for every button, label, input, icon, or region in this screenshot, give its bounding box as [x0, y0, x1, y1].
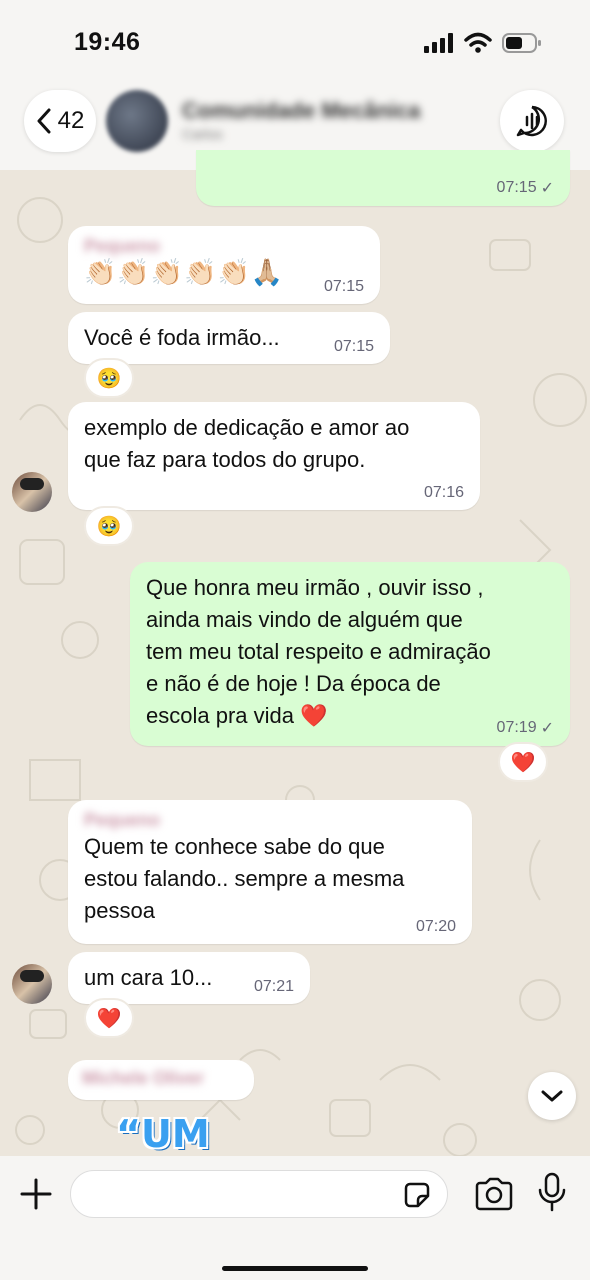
group-avatar[interactable] [106, 90, 168, 152]
sender-avatar[interactable] [12, 964, 52, 1004]
message-bubble-incoming[interactable]: um cara 10... 07:21 [68, 952, 310, 1004]
wifi-icon [464, 32, 492, 53]
scroll-down-button[interactable] [528, 1072, 576, 1120]
sticker-preview[interactable]: “UM [116, 1112, 210, 1156]
chevron-left-icon [37, 108, 51, 134]
back-button[interactable]: 42 [24, 90, 96, 152]
home-indicator [222, 1266, 368, 1271]
sticker-icon[interactable] [402, 1180, 432, 1210]
battery-icon [502, 33, 541, 53]
message-time: 07:15 [333, 338, 374, 355]
status-bar: 19:46 [0, 0, 590, 88]
plus-icon [20, 1178, 52, 1210]
signal-icon [424, 33, 453, 53]
message-bubble-outgoing[interactable]: 07:15 ✓ [196, 150, 570, 206]
message-time: 07:19 ✓ [496, 719, 554, 737]
message-reaction[interactable]: ❤️ [498, 742, 548, 782]
message-time: 07:15 [323, 278, 364, 295]
message-reaction[interactable]: 🥹 [84, 358, 134, 398]
group-name[interactable]: Comunidade Mecânica [182, 98, 420, 124]
message-time: 07:21 [253, 978, 294, 995]
message-text: que faz para todos do grupo. [84, 447, 366, 472]
camera-icon[interactable] [474, 1176, 514, 1212]
message-composer [0, 1156, 590, 1280]
message-bubble-incoming[interactable]: Você é foda irmão... 07:15 [68, 312, 390, 364]
message-time: 07:15 ✓ [496, 179, 554, 197]
message-text: e não é de hoje ! Da época de [146, 671, 441, 696]
message-text: 👏🏻👏🏻👏🏻👏🏻👏🏻🙏🏼 [84, 257, 285, 287]
message-text: escola pra vida ❤️ [146, 703, 328, 728]
message-text: ainda mais vindo de alguém que [146, 607, 463, 632]
message-bubble-incoming[interactable]: Michele Oliver [68, 1060, 254, 1100]
sender-avatar[interactable] [12, 472, 52, 512]
message-text: tem meu total respeito e admiração [146, 639, 491, 664]
chevron-down-icon [541, 1090, 563, 1102]
message-bubble-incoming[interactable]: Pequeno 👏🏻👏🏻👏🏻👏🏻👏🏻🙏🏼 07:15 [68, 226, 380, 304]
audio-call-icon [516, 105, 547, 137]
message-reaction[interactable]: ❤️ [84, 998, 134, 1038]
message-text: Você é foda irmão... [84, 325, 280, 350]
message-text: pessoa [84, 898, 155, 923]
message-bubble-incoming[interactable]: Pequeno Quem te conhece sabe do que esto… [68, 800, 472, 944]
message-time: 07:20 [415, 918, 456, 935]
message-text: estou falando.. sempre a mesma [84, 866, 405, 891]
message-text: Quem te conhece sabe do que [84, 834, 385, 859]
message-text: exemplo de dedicação e amor ao [84, 415, 410, 440]
sender-name: Pequeno [84, 236, 161, 256]
message-reaction[interactable]: 🥹 [84, 506, 134, 546]
message-bubble-outgoing[interactable]: Que honra meu irmão , ouvir isso , ainda… [130, 562, 570, 746]
unread-count: 42 [57, 107, 85, 134]
microphone-icon[interactable] [536, 1172, 568, 1214]
message-text: Que honra meu irmão , ouvir isso , [146, 575, 484, 600]
status-time: 19:46 [74, 28, 141, 56]
group-subtitle: Carlos [182, 126, 223, 142]
attach-button[interactable] [16, 1174, 56, 1214]
message-bubble-incoming[interactable]: exemplo de dedicação e amor ao que faz p… [68, 402, 480, 510]
sender-name: Michele Oliver [82, 1068, 205, 1088]
audio-call-button[interactable] [500, 90, 564, 152]
message-input[interactable] [70, 1170, 448, 1218]
message-time: 07:16 [423, 484, 464, 501]
status-icons [424, 32, 542, 54]
sender-name: Pequeno [84, 810, 161, 830]
